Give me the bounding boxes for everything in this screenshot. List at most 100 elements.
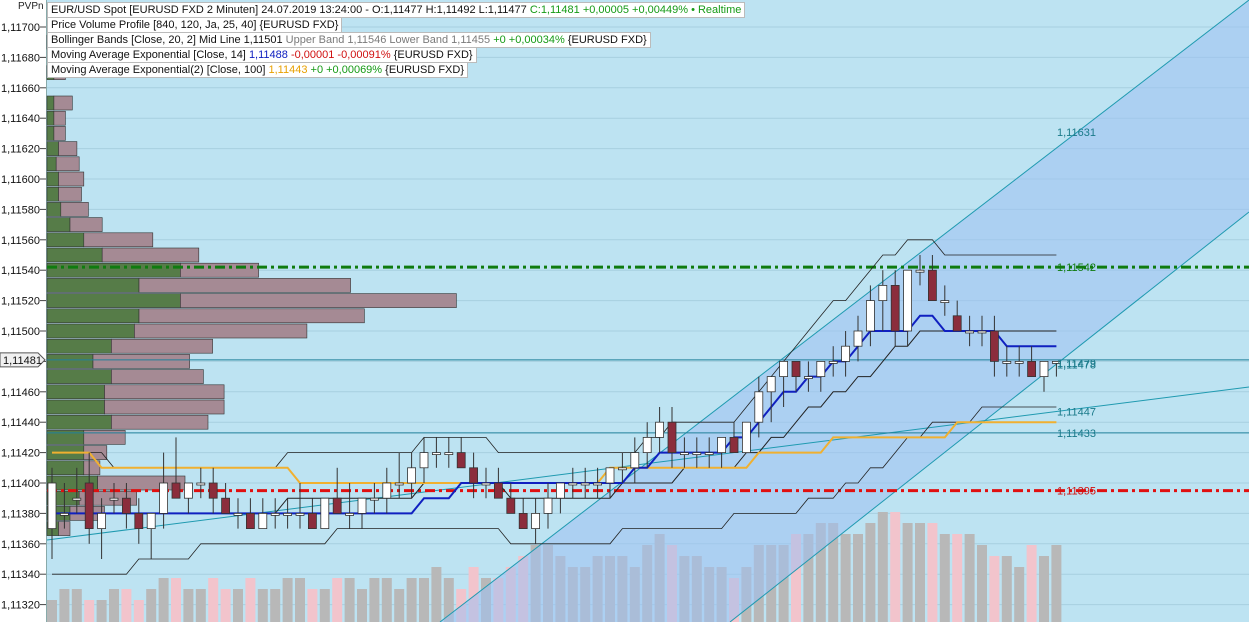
candle[interactable] bbox=[605, 467, 615, 484]
candle[interactable] bbox=[419, 452, 429, 469]
candle[interactable] bbox=[72, 497, 82, 501]
candle[interactable] bbox=[295, 513, 305, 516]
candle[interactable] bbox=[307, 513, 317, 530]
y-tick-label: 1,11460 bbox=[1, 387, 40, 399]
candle[interactable] bbox=[940, 300, 950, 304]
candle[interactable] bbox=[196, 482, 206, 486]
y-tick-label: 1,11320 bbox=[1, 600, 40, 612]
candle[interactable] bbox=[704, 452, 714, 456]
volume-bar bbox=[133, 600, 144, 622]
candle[interactable] bbox=[866, 300, 875, 332]
candle[interactable] bbox=[369, 497, 379, 501]
candle[interactable] bbox=[97, 513, 106, 530]
volume-bar bbox=[282, 578, 293, 622]
candle[interactable] bbox=[122, 497, 131, 514]
candle[interactable] bbox=[245, 513, 255, 530]
candle[interactable] bbox=[878, 284, 888, 301]
candle[interactable] bbox=[183, 482, 193, 499]
price-chart[interactable]: 1,116311,115421,114791,114781,114471,114… bbox=[0, 0, 1249, 622]
candle[interactable] bbox=[667, 421, 677, 454]
candle[interactable] bbox=[345, 513, 355, 516]
candle[interactable] bbox=[642, 436, 652, 453]
candle[interactable] bbox=[481, 482, 491, 486]
candle[interactable] bbox=[928, 269, 937, 302]
pvp-down-bar bbox=[55, 156, 80, 172]
candle[interactable] bbox=[283, 513, 293, 516]
candle[interactable] bbox=[977, 330, 987, 334]
candle[interactable] bbox=[890, 284, 900, 332]
candle[interactable] bbox=[84, 482, 94, 529]
candle[interactable] bbox=[580, 482, 590, 486]
candle[interactable] bbox=[965, 330, 974, 334]
candle[interactable] bbox=[952, 315, 962, 332]
legend-bb-mid: Mid Line 1,11501 bbox=[198, 34, 283, 46]
candle[interactable] bbox=[270, 513, 280, 516]
candle[interactable] bbox=[357, 497, 367, 514]
legend-ema14[interactable]: Moving Average Exponential [Close, 14] 1… bbox=[47, 47, 477, 63]
candle[interactable] bbox=[804, 376, 813, 380]
y-tick-label: 1,11380 bbox=[1, 508, 40, 520]
volume-bar bbox=[319, 589, 330, 622]
candle[interactable] bbox=[1039, 360, 1049, 377]
candle[interactable] bbox=[258, 513, 268, 530]
candle[interactable] bbox=[332, 497, 342, 514]
pvp-up-bar bbox=[46, 126, 55, 141]
candle[interactable] bbox=[556, 482, 565, 499]
candle[interactable] bbox=[692, 452, 702, 456]
candle[interactable] bbox=[518, 513, 528, 530]
candle[interactable] bbox=[791, 360, 801, 377]
candle[interactable] bbox=[543, 497, 553, 514]
candle[interactable] bbox=[593, 482, 602, 486]
legend-ema100[interactable]: Moving Average Exponential(2) [Close, 10… bbox=[47, 62, 469, 78]
pvp-down-bar bbox=[69, 217, 103, 232]
pvp-up-bar bbox=[46, 95, 55, 111]
candle[interactable] bbox=[431, 452, 441, 456]
candle[interactable] bbox=[394, 482, 404, 486]
candle[interactable] bbox=[680, 452, 689, 456]
candle[interactable] bbox=[407, 467, 417, 484]
candle[interactable] bbox=[853, 330, 863, 347]
candle[interactable] bbox=[568, 482, 578, 486]
candle[interactable] bbox=[841, 345, 850, 362]
candle[interactable] bbox=[903, 269, 912, 332]
candle[interactable] bbox=[60, 513, 69, 516]
candle[interactable] bbox=[134, 513, 144, 530]
legend-bollinger[interactable]: Bollinger Bands [Close, 20, 2] Mid Line … bbox=[47, 32, 651, 48]
candle[interactable] bbox=[171, 482, 181, 499]
candle[interactable] bbox=[493, 482, 503, 499]
candle[interactable] bbox=[506, 497, 516, 514]
candle[interactable] bbox=[717, 436, 726, 453]
volume-bar bbox=[939, 534, 950, 622]
candle[interactable] bbox=[469, 467, 479, 484]
candle[interactable] bbox=[618, 467, 627, 471]
candle[interactable] bbox=[444, 452, 454, 456]
candle[interactable] bbox=[742, 421, 751, 454]
candle[interactable] bbox=[915, 269, 925, 273]
candle[interactable] bbox=[1002, 360, 1012, 364]
candle[interactable] bbox=[1027, 360, 1036, 377]
candle[interactable] bbox=[1014, 360, 1024, 364]
candle[interactable] bbox=[754, 391, 764, 423]
candle[interactable] bbox=[828, 360, 838, 364]
candle[interactable] bbox=[816, 360, 826, 377]
candle[interactable] bbox=[456, 452, 466, 469]
candle[interactable] bbox=[531, 513, 540, 530]
candle[interactable] bbox=[320, 497, 330, 530]
volume-bar bbox=[419, 578, 429, 622]
pvp-down-bar bbox=[58, 141, 78, 156]
candle[interactable] bbox=[109, 497, 119, 501]
candle[interactable] bbox=[630, 452, 640, 469]
candle[interactable] bbox=[233, 513, 243, 516]
candle[interactable] bbox=[990, 330, 999, 362]
candle[interactable] bbox=[655, 421, 664, 438]
candle[interactable] bbox=[47, 482, 57, 529]
candle[interactable] bbox=[766, 376, 776, 393]
candle[interactable] bbox=[221, 497, 231, 514]
candle[interactable] bbox=[779, 360, 788, 377]
candle[interactable] bbox=[208, 482, 218, 499]
legend-pvp[interactable]: Price Volume Profile [840, 120, Ja, 25, … bbox=[47, 17, 343, 33]
candle[interactable] bbox=[382, 482, 392, 499]
candle[interactable] bbox=[146, 513, 156, 530]
candle[interactable] bbox=[729, 436, 739, 453]
candle[interactable] bbox=[159, 482, 169, 514]
